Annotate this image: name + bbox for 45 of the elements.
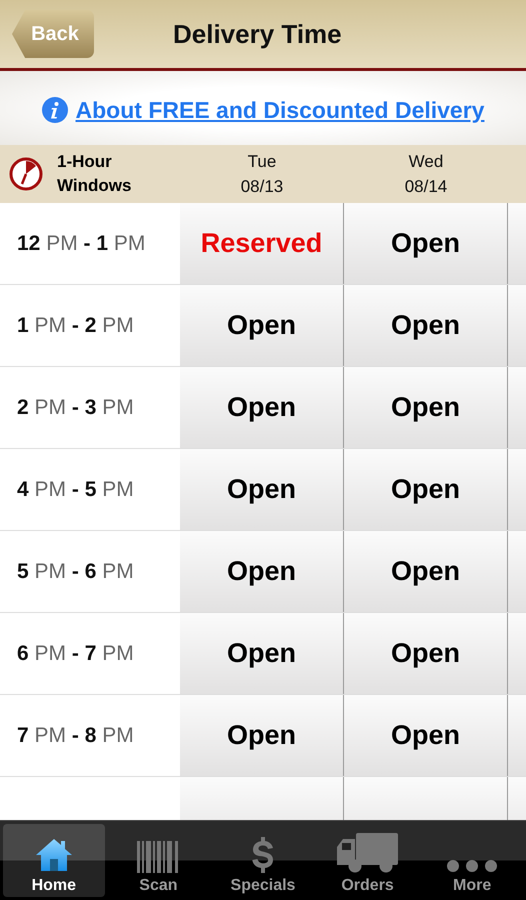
time-slot-button[interactable]: Open (344, 367, 508, 448)
time-slot-button[interactable]: Open (180, 449, 344, 530)
time-slot-button[interactable]: Open (344, 449, 508, 530)
time-slot-button[interactable]: Reserved (180, 203, 344, 284)
time-slot-button[interactable]: Open (344, 285, 508, 366)
time-slot-button[interactable]: Open (180, 531, 344, 612)
tab-bar-item[interactable]: Home (3, 824, 105, 897)
partial-slot-button[interactable] (508, 613, 526, 694)
time-slot-button[interactable]: Open (344, 203, 508, 284)
more-icon (447, 859, 498, 873)
partial-slot-button[interactable] (508, 285, 526, 366)
column-header: 1-Hour Windows (57, 151, 132, 197)
time-slot-button[interactable]: Open (180, 695, 344, 776)
time-window: 12 PM - 1 PM (17, 232, 146, 256)
barcode-icon (137, 841, 180, 873)
clock-icon (9, 157, 43, 191)
time-slot-button[interactable]: Open (344, 531, 508, 612)
tab-bar-item[interactable]: Orders (316, 824, 418, 897)
time-slot-button[interactable]: Open (180, 367, 344, 448)
partial-slot-button[interactable] (508, 449, 526, 530)
day-label: Tue (248, 151, 276, 173)
partial-slot-button[interactable] (508, 695, 526, 776)
time-slot-button[interactable]: Open (180, 613, 344, 694)
info-icon (42, 97, 68, 123)
time-window: 5 PM - 6 PM (17, 560, 134, 584)
time-slot-button[interactable]: Open (344, 613, 508, 694)
time-window: 2 PM - 3 PM (17, 396, 134, 420)
date-label: 08/14 (404, 176, 448, 198)
truck-icon (336, 833, 399, 873)
time-window: 4 PM - 5 PM (17, 478, 134, 502)
date-label: 08/13 (240, 176, 284, 198)
tab-bar-item[interactable]: Specials (212, 824, 314, 897)
tab-bar-item[interactable]: Scan (108, 824, 210, 897)
time-window: 6 PM - 7 PM (17, 642, 134, 666)
tab-bar-item[interactable]: More (421, 824, 523, 897)
house-icon (34, 837, 73, 873)
partial-slot-button[interactable] (508, 531, 526, 612)
day-label: Wed (408, 151, 444, 173)
time-window: 7 PM - 8 PM (17, 724, 134, 748)
screen-title: Delivery Time (173, 18, 342, 50)
partial-slot-button[interactable] (508, 367, 526, 448)
time-slot-button[interactable]: Open (344, 695, 508, 776)
time-slot-button[interactable]: Open (180, 285, 344, 366)
partial-slot-button[interactable] (508, 203, 526, 284)
time-window: 1 PM - 2 PM (17, 314, 134, 338)
